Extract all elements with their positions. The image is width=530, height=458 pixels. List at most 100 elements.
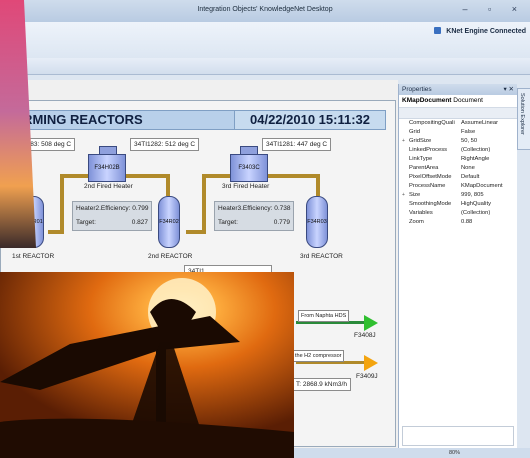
pipe-r2-up bbox=[202, 174, 206, 234]
pipe-r1-up bbox=[60, 176, 64, 234]
pipe-to-r2 bbox=[166, 174, 170, 196]
property-value[interactable]: AssumeLinear bbox=[461, 119, 498, 128]
heater3[interactable]: F3403C bbox=[230, 154, 268, 182]
property-value[interactable]: (Collection) bbox=[461, 146, 490, 155]
heater3-efficiency: Heater3.Efficiency: 0.738 bbox=[218, 205, 291, 212]
zoom-level[interactable]: 80% bbox=[449, 450, 460, 456]
pipe-h3-out bbox=[266, 174, 318, 178]
process-timestamp: 04/22/2010 15:11:32 bbox=[234, 110, 386, 130]
property-row[interactable]: + GridSize 50, 50 bbox=[399, 137, 517, 146]
property-value[interactable]: Default bbox=[461, 173, 479, 182]
stream-h2-id: F3409J bbox=[356, 373, 378, 380]
property-value[interactable]: (Collection) bbox=[461, 209, 490, 218]
reactor-2-label: 2nd REACTOR bbox=[148, 253, 193, 260]
property-name: GridSize bbox=[409, 138, 432, 144]
property-row[interactable]: Zoom 0.88 bbox=[399, 218, 517, 227]
heater2[interactable]: F34H02B bbox=[88, 154, 126, 182]
property-row[interactable]: LinkType RightAngle bbox=[399, 155, 517, 164]
property-row[interactable]: Variables (Collection) bbox=[399, 209, 517, 218]
reactor-1-label: 1st REACTOR bbox=[12, 253, 55, 260]
heater2-efficiency: Heater2.Efficiency: 0.799 bbox=[76, 205, 149, 212]
property-value[interactable]: 999, 805 bbox=[461, 191, 484, 200]
property-grid[interactable]: CompositingQuali AssumeLinear Grid False + Gr… bbox=[399, 119, 517, 227]
pipe-h2-out bbox=[124, 174, 168, 178]
sunset-sky-photo bbox=[0, 0, 36, 248]
heater2-label: 2nd Fired Heater bbox=[84, 183, 133, 190]
property-name: Variables bbox=[409, 210, 433, 216]
stream-naphta-label: From Naphta HDS bbox=[298, 310, 350, 322]
ribbon-band bbox=[0, 58, 530, 74]
property-name: Zoom bbox=[409, 219, 424, 225]
ribbon: KNet Engine Connected bbox=[0, 22, 530, 75]
property-value[interactable]: KMapDocument bbox=[461, 182, 503, 191]
property-name: SmoothingMode bbox=[409, 201, 452, 207]
heater3-efficiency-box: Heater3.Efficiency: 0.738 Target: 0.779 bbox=[214, 201, 294, 231]
close-button[interactable]: × bbox=[512, 4, 526, 14]
expand-icon[interactable]: + bbox=[402, 191, 405, 200]
property-name: LinkType bbox=[409, 156, 433, 162]
temp-tag-3[interactable]: 34TI1281: 447 deg C bbox=[262, 138, 332, 151]
pipe-to-r3 bbox=[316, 174, 320, 196]
pipe-to-h2 bbox=[60, 174, 90, 178]
stream-h2-arrow-icon[interactable] bbox=[364, 355, 378, 371]
property-name: Size bbox=[409, 192, 421, 198]
property-value[interactable]: None bbox=[461, 164, 475, 173]
temp-tag-2[interactable]: 34TI1282: 512 deg C bbox=[130, 138, 200, 151]
solution-explorer-tab[interactable]: Solution Explorer bbox=[517, 88, 530, 150]
property-row[interactable]: ProcessName KMapDocument bbox=[399, 182, 517, 191]
property-row[interactable]: Grid False bbox=[399, 128, 517, 137]
heater2-efficiency-box: Heater2.Efficiency: 0.799 Target: 0.827 bbox=[72, 201, 152, 231]
stream-naphta-arrow-icon[interactable] bbox=[364, 315, 378, 331]
pin-icon[interactable]: ▾ ✕ bbox=[503, 84, 514, 95]
property-name: ParentArea bbox=[409, 165, 439, 171]
stream-naphta-id: F3408J bbox=[354, 332, 376, 339]
properties-title: Properties ▾ ✕ bbox=[399, 84, 517, 95]
property-value[interactable]: 0.88 bbox=[461, 218, 472, 227]
property-value[interactable]: False bbox=[461, 128, 475, 137]
property-row[interactable]: ParentArea None bbox=[399, 164, 517, 173]
heater3-target-value: 0.779 bbox=[273, 219, 290, 226]
object-name: KMapDocument bbox=[402, 97, 452, 104]
properties-title-text: Properties bbox=[402, 86, 432, 93]
property-row[interactable]: PixelOffsetMode Default bbox=[399, 173, 517, 182]
solution-explorer-label: Solution Explorer bbox=[519, 93, 525, 135]
engine-icon bbox=[434, 27, 442, 34]
heater2-target-value: 0.827 bbox=[131, 219, 148, 226]
properties-panel: Properties ▾ ✕ KMapDocument Document Com… bbox=[398, 84, 517, 458]
reactor-3[interactable]: F34R03 bbox=[306, 196, 328, 248]
property-value[interactable]: 50, 50 bbox=[461, 137, 477, 146]
pipe-to-h3 bbox=[202, 174, 232, 178]
property-name: ProcessName bbox=[409, 183, 446, 189]
property-description bbox=[402, 426, 514, 446]
property-name: LinkedProcess bbox=[409, 147, 448, 153]
property-value[interactable]: HighQuality bbox=[461, 200, 491, 209]
property-name: Grid bbox=[409, 129, 420, 135]
minimize-button[interactable]: – bbox=[462, 4, 476, 14]
expand-icon[interactable]: + bbox=[402, 137, 405, 146]
property-name: PixelOffsetMode bbox=[409, 174, 452, 180]
heater2-target-label: Target: bbox=[76, 219, 96, 226]
property-row[interactable]: LinkedProcess (Collection) bbox=[399, 146, 517, 155]
reactor-2[interactable]: F34R02 bbox=[158, 196, 180, 248]
property-row[interactable]: SmoothingMode HighQuality bbox=[399, 200, 517, 209]
app-window: Integration Objects' KnowledgeNet Deskto… bbox=[0, 0, 530, 458]
heater3-target-label: Target: bbox=[218, 219, 238, 226]
reactor-3-label: 3rd REACTOR bbox=[300, 253, 343, 260]
title-bar: Integration Objects' KnowledgeNet Deskto… bbox=[0, 0, 530, 23]
heater3-label: 3rd Fired Heater bbox=[222, 183, 270, 190]
property-value[interactable]: RightAngle bbox=[461, 155, 489, 164]
object-selector[interactable]: KMapDocument Document bbox=[399, 95, 517, 108]
pumpjack-photo bbox=[0, 272, 294, 458]
stream-h2-label: the H2 compressor bbox=[292, 350, 345, 362]
maximize-button[interactable]: ▫ bbox=[488, 4, 500, 14]
properties-toolbar bbox=[399, 108, 517, 119]
window-title: Integration Objects' KnowledgeNet Deskto… bbox=[197, 6, 333, 13]
window-controls: – ▫ × bbox=[462, 4, 526, 14]
engine-status: KNet Engine Connected bbox=[434, 27, 526, 35]
property-row[interactable]: CompositingQuali AssumeLinear bbox=[399, 119, 517, 128]
property-row[interactable]: + Size 999, 805 bbox=[399, 191, 517, 200]
engine-status-text: KNet Engine Connected bbox=[446, 28, 526, 35]
object-type: Document bbox=[453, 97, 483, 104]
property-name: CompositingQuali bbox=[409, 120, 455, 126]
flow-tag[interactable]: T: 2868.9 kNm3/h bbox=[292, 378, 351, 391]
